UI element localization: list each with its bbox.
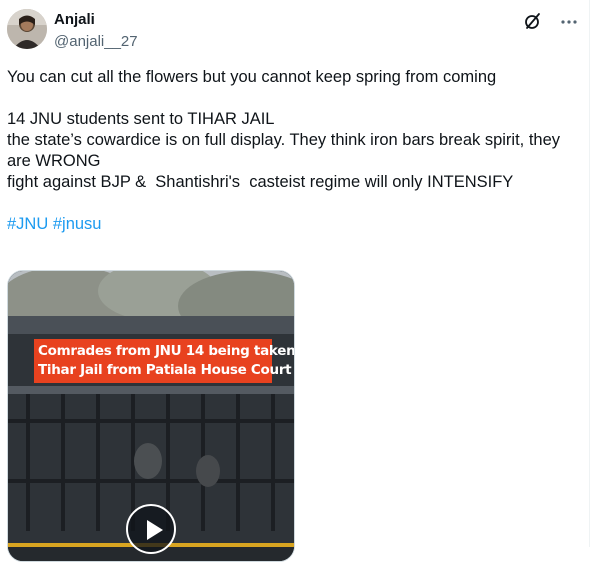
author-name[interactable]: Anjali — [54, 11, 95, 28]
hashtag-jnu[interactable]: #JNU — [7, 215, 48, 233]
video-media[interactable]: Comrades from JNU 14 being taken to Tiha… — [7, 270, 295, 562]
hashtags: #JNU #jnusu — [7, 214, 582, 235]
caption-line-1: Comrades from JNU 14 being taken to — [38, 343, 295, 359]
video-caption-overlay: Comrades from JNU 14 being taken to Tiha… — [34, 339, 295, 383]
hashtag-jnusu[interactable]: #jnusu — [53, 215, 102, 233]
avatar-photo — [7, 9, 47, 49]
avatar[interactable] — [7, 9, 47, 49]
tweet-line-4: fight against BJP & Shantishri's casteis… — [7, 173, 514, 191]
more-options-icon[interactable] — [560, 13, 578, 31]
grok-icon[interactable] — [523, 11, 543, 31]
author-handle[interactable]: @anjali__27 — [54, 33, 138, 50]
tweet-line-2: 14 JNU students sent to TIHAR JAIL — [7, 110, 275, 128]
tweet-text: You can cut all the flowers but you cann… — [7, 67, 582, 235]
tweet-line-3: the state’s cowardice is on full display… — [7, 131, 565, 170]
tweet-line-1: You can cut all the flowers but you cann… — [7, 68, 497, 86]
caption-line-2: Tihar Jail from Patiala House Court — [38, 362, 292, 378]
timeline-border — [589, 0, 590, 547]
